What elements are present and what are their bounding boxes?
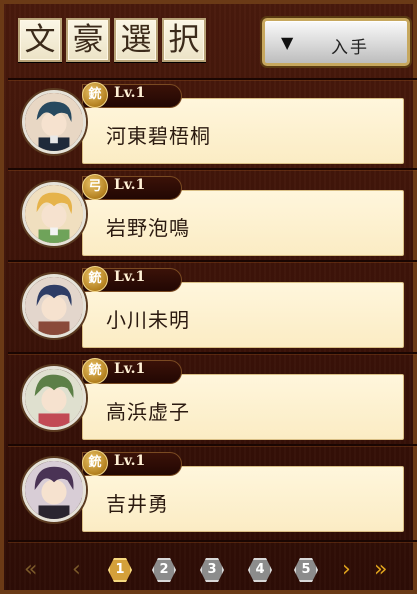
- author-name: 河東碧梧桐: [106, 124, 211, 148]
- header: 文 豪 選 択 ▼ 入手: [12, 12, 413, 76]
- title-char: 選: [114, 18, 158, 62]
- author-row[interactable]: 銃 Lv.1 吉井勇: [12, 448, 413, 536]
- author-name: 岩野泡鳴: [106, 216, 190, 240]
- author-name: 小川未明: [106, 308, 190, 332]
- acquire-sort-button[interactable]: ▼ 入手: [262, 18, 410, 66]
- weapon-badge: 銃: [82, 450, 108, 476]
- divider: [8, 540, 417, 542]
- author-portrait: [22, 90, 86, 154]
- level-label: Lv.1: [114, 177, 146, 193]
- author-portrait: [22, 458, 86, 522]
- author-row[interactable]: 銃 Lv.1 高浜虚子: [12, 356, 413, 444]
- page-4-button[interactable]: 4: [248, 558, 272, 582]
- page-1-button[interactable]: 1: [108, 558, 132, 582]
- author-row[interactable]: 銃 Lv.1 河東碧梧桐: [12, 80, 413, 168]
- author-portrait: [22, 274, 86, 338]
- author-select-panel: 文 豪 選 択 ▼ 入手 銃 Lv.1 河東碧梧桐 弓 Lv.1 岩野泡鳴 銃 …: [0, 0, 417, 594]
- first-page-icon[interactable]: «: [24, 558, 37, 582]
- author-name: 吉井勇: [106, 492, 169, 516]
- title-char: 豪: [66, 18, 110, 62]
- acquire-sort-label: 入手: [331, 38, 369, 58]
- pagination: « ‹ 1 2 3 4 5 › »: [12, 550, 413, 590]
- triangle-down-icon: ▼: [281, 33, 294, 52]
- divider: [8, 168, 417, 170]
- weapon-badge: 弓: [82, 174, 108, 200]
- title-char: 択: [162, 18, 206, 62]
- author-row[interactable]: 銃 Lv.1 小川未明: [12, 264, 413, 352]
- author-name: 高浜虚子: [106, 400, 190, 424]
- author-portrait: [22, 366, 86, 430]
- level-label: Lv.1: [114, 453, 146, 469]
- divider: [8, 260, 417, 262]
- author-portrait: [22, 182, 86, 246]
- weapon-badge: 銃: [82, 82, 108, 108]
- level-label: Lv.1: [114, 269, 146, 285]
- title-char: 文: [18, 18, 62, 62]
- page-title: 文 豪 選 択: [18, 18, 206, 62]
- level-label: Lv.1: [114, 85, 146, 101]
- divider: [8, 444, 417, 446]
- next-page-icon[interactable]: ›: [342, 558, 351, 582]
- last-page-icon[interactable]: »: [374, 558, 387, 582]
- author-row[interactable]: 弓 Lv.1 岩野泡鳴: [12, 172, 413, 260]
- prev-page-icon[interactable]: ‹: [72, 558, 81, 582]
- page-2-button[interactable]: 2: [152, 558, 176, 582]
- page-5-button[interactable]: 5: [294, 558, 318, 582]
- divider: [8, 352, 417, 354]
- weapon-badge: 銃: [82, 266, 108, 292]
- weapon-badge: 銃: [82, 358, 108, 384]
- page-3-button[interactable]: 3: [200, 558, 224, 582]
- level-label: Lv.1: [114, 361, 146, 377]
